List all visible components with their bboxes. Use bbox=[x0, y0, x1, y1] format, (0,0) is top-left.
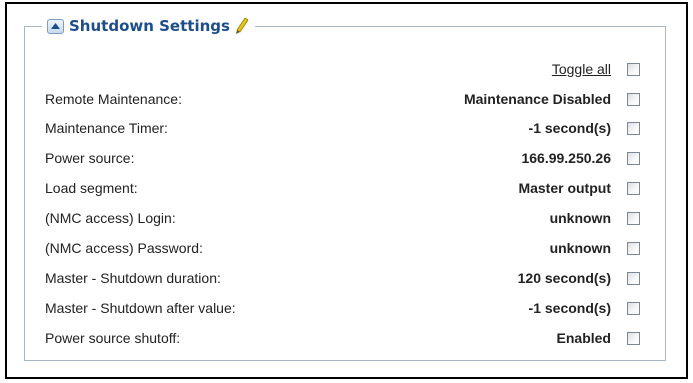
setting-value: Master output bbox=[518, 180, 611, 196]
edit-button[interactable] bbox=[235, 18, 248, 34]
setting-value: Enabled bbox=[556, 330, 611, 346]
panel-header: Shutdown Settings bbox=[42, 14, 255, 38]
setting-label: (NMC access) Password: bbox=[45, 240, 203, 256]
setting-label: Power source shutoff: bbox=[45, 330, 181, 346]
setting-value: -1 second(s) bbox=[528, 120, 611, 136]
toggle-all-row: Toggle all bbox=[30, 58, 640, 80]
setting-label: (NMC access) Login: bbox=[45, 210, 176, 226]
setting-checkbox[interactable] bbox=[627, 92, 640, 106]
setting-row-shutdown-duration: Master - Shutdown duration: 120 second(s… bbox=[45, 267, 640, 289]
panel-title: Shutdown Settings bbox=[69, 17, 230, 35]
toggle-all-checkbox[interactable] bbox=[627, 62, 640, 76]
setting-row-load-segment: Load segment: Master output bbox=[45, 177, 640, 199]
setting-value: -1 second(s) bbox=[528, 300, 611, 316]
setting-row-shutdown-after: Master - Shutdown after value: -1 second… bbox=[45, 297, 640, 319]
setting-label: Power source: bbox=[45, 150, 135, 166]
setting-row-nmc-password: (NMC access) Password: unknown bbox=[45, 237, 640, 259]
setting-row-nmc-login: (NMC access) Login: unknown bbox=[45, 207, 640, 229]
toggle-all-link[interactable]: Toggle all bbox=[552, 61, 611, 77]
setting-label: Load segment: bbox=[45, 180, 138, 196]
setting-label: Maintenance Timer: bbox=[45, 120, 168, 136]
setting-row-maintenance-timer: Maintenance Timer: -1 second(s) bbox=[45, 117, 640, 139]
setting-value: 120 second(s) bbox=[517, 270, 611, 286]
setting-label: Master - Shutdown after value: bbox=[45, 300, 236, 316]
setting-value: 166.99.250.26 bbox=[521, 150, 611, 166]
setting-checkbox[interactable] bbox=[627, 181, 640, 195]
setting-checkbox[interactable] bbox=[627, 331, 640, 345]
pencil-icon bbox=[235, 18, 248, 34]
collapse-button[interactable] bbox=[47, 18, 64, 34]
setting-label: Master - Shutdown duration: bbox=[45, 270, 221, 286]
setting-label: Remote Maintenance: bbox=[45, 91, 182, 107]
setting-row-remote-maintenance: Remote Maintenance: Maintenance Disabled bbox=[45, 88, 640, 110]
setting-row-power-source-shutoff: Power source shutoff: Enabled bbox=[45, 327, 640, 349]
setting-row-power-source: Power source: 166.99.250.26 bbox=[45, 147, 640, 169]
setting-checkbox[interactable] bbox=[627, 151, 640, 165]
setting-checkbox[interactable] bbox=[627, 271, 640, 285]
setting-checkbox[interactable] bbox=[627, 301, 640, 315]
setting-checkbox[interactable] bbox=[627, 241, 640, 255]
setting-value: Maintenance Disabled bbox=[463, 91, 611, 107]
setting-checkbox[interactable] bbox=[627, 121, 640, 135]
triangle-up-icon bbox=[51, 23, 60, 29]
setting-value: unknown bbox=[549, 240, 611, 256]
setting-checkbox[interactable] bbox=[627, 211, 640, 225]
setting-value: unknown bbox=[549, 210, 611, 226]
